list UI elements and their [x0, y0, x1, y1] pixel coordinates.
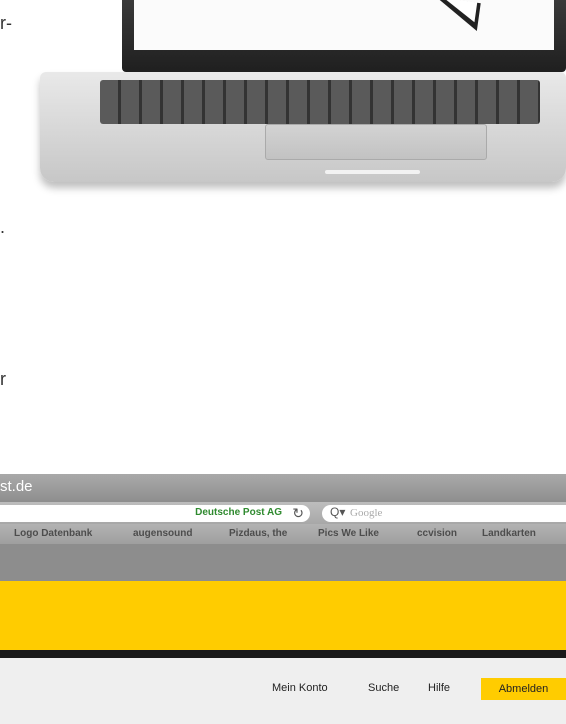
url-field[interactable]: Deutsche Post AG ↻ [0, 505, 310, 522]
address-bar: Deutsche Post AG ↻ Q▾ Google [0, 502, 566, 524]
brand-banner [0, 581, 566, 650]
laptop-screen [134, 0, 554, 50]
laptop-illustration [40, 0, 566, 190]
bookmark-landkarten[interactable]: Landkarten [482, 528, 536, 539]
window-titlebar: st.de [0, 474, 566, 502]
laptop-front-notch [325, 170, 420, 174]
logout-button[interactable]: Abmelden [481, 678, 566, 700]
reload-icon[interactable]: ↻ [292, 505, 304, 522]
bookmark-pizdaus[interactable]: Pizdaus, the [229, 528, 287, 539]
nav-link-suche[interactable]: Suche [368, 682, 399, 694]
site-identity-badge[interactable]: Deutsche Post AG [195, 507, 282, 518]
laptop-keyboard [100, 80, 540, 124]
laptop-base [40, 72, 566, 182]
bookmarks-bar: Logo Datenbank augensound Pizdaus, the P… [0, 524, 566, 544]
banner-divider [0, 650, 566, 658]
browser-screenshot: st.de Deutsche Post AG ↻ Q▾ Google Logo … [0, 474, 566, 724]
window-title: st.de [0, 478, 33, 495]
top-navigation: Mein Konto Suche Hilfe Abmelden [0, 658, 566, 724]
search-placeholder: Google [350, 507, 383, 519]
bookmark-pics-we-like[interactable]: Pics We Like [318, 528, 379, 539]
text-fragment-3: r [0, 369, 6, 389]
laptop-screen-bezel [122, 0, 566, 72]
laptop-trackpad [265, 124, 487, 160]
bookmark-logo-datenbank[interactable]: Logo Datenbank [14, 528, 92, 539]
nav-link-mein-konto[interactable]: Mein Konto [272, 682, 328, 694]
page-gray-header [0, 544, 566, 581]
search-icon[interactable]: Q▾ [330, 505, 345, 519]
nav-link-hilfe[interactable]: Hilfe [428, 682, 450, 694]
bookmark-ccvision[interactable]: ccvision [417, 528, 457, 539]
text-fragment-1: r- [0, 13, 12, 33]
search-field[interactable]: Q▾ Google [322, 505, 566, 522]
bookmark-augensound[interactable]: augensound [133, 528, 192, 539]
text-fragment-2: . [0, 217, 6, 237]
